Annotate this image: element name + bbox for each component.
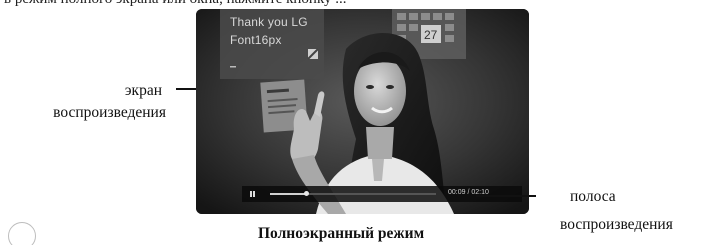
svg-text:27: 27	[424, 28, 438, 42]
playback-screen-label-line1: экран	[124, 82, 162, 99]
header-text: в режим полного экрана или окна, нажмите…	[4, 0, 347, 8]
progress-thumb[interactable]	[304, 191, 310, 196]
overlay-text-line2: Font16px	[230, 33, 282, 47]
figure-caption: Полноэкранный режим	[258, 225, 425, 242]
pause-icon[interactable]	[250, 191, 255, 197]
playback-screen-label-line2: воспроизведения	[53, 104, 166, 121]
playback-screen-label: экран воспроизведения	[4, 80, 166, 124]
tv-screen-image: 27 Thank you LG Font16px 00:09 / 02:10	[196, 9, 529, 214]
progress-track[interactable]	[270, 191, 436, 196]
overlay-text-line1: Thank you LG	[230, 15, 308, 29]
progress-fill	[270, 193, 307, 195]
playback-bar-label: полоса воспроизведения	[560, 186, 673, 236]
corner-circle-mark	[8, 222, 36, 245]
playback-bar-label-line2: воспроизведения	[560, 216, 673, 233]
playback-control-bar[interactable]: 00:09 / 02:10	[242, 186, 522, 202]
playback-bar-leader-line	[476, 195, 536, 197]
playback-bar-label-line1: полоса	[570, 188, 616, 205]
